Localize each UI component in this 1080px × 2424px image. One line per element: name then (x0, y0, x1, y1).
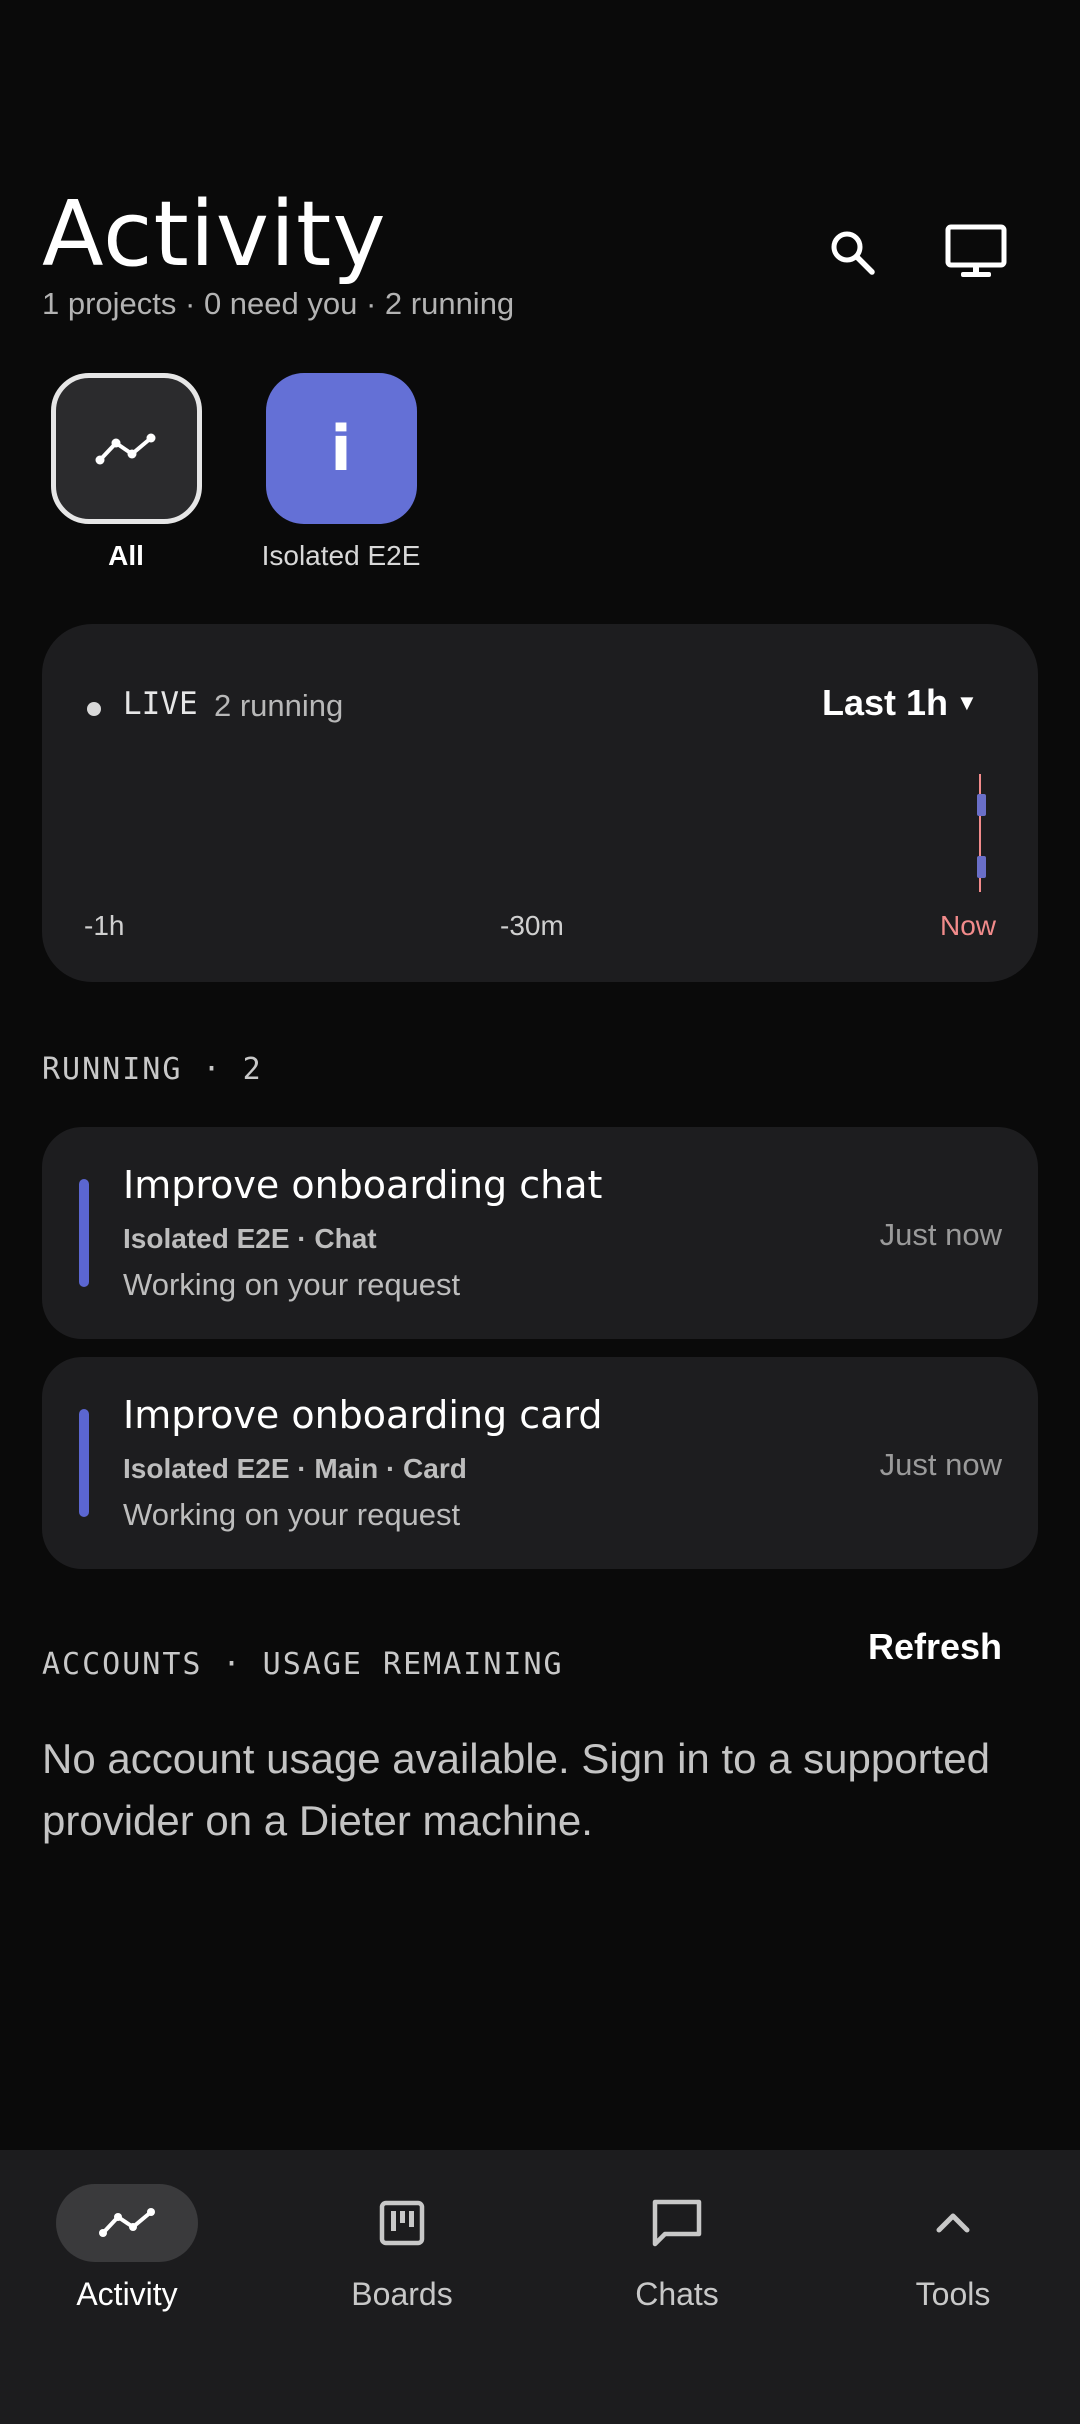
nav-label-tools: Tools (915, 2276, 991, 2312)
page-title: Activity (42, 182, 387, 287)
task-meta: Isolated E2E · Chat (123, 1223, 377, 1254)
project-label-isolated-e2e: Isolated E2E (261, 540, 421, 571)
board-icon (379, 2200, 425, 2246)
live-indicator-dot (87, 702, 101, 716)
task-meta: Isolated E2E · Main · Card (123, 1453, 467, 1484)
running-section-label: RUNNING · 2 (42, 1052, 263, 1087)
task-time: Just now (879, 1217, 1002, 1252)
task-time: Just now (879, 1447, 1002, 1482)
task-status: Working on your request (123, 1267, 461, 1302)
page-header: Activity 1 projects · 0 need you · 2 run… (42, 180, 1038, 340)
search-icon (831, 231, 875, 275)
live-label: LIVE (123, 686, 198, 722)
axis-label-now: Now (939, 910, 996, 941)
caret-down-icon: ▼ (956, 690, 978, 715)
task-card[interactable]: Improve onboarding chat Isolated E2E · C… (42, 1127, 1038, 1339)
live-running-count: 2 running (214, 688, 344, 723)
chat-icon (652, 2199, 702, 2247)
activity-icon (99, 2208, 155, 2237)
desktop-button[interactable] (936, 212, 1016, 292)
time-range-label: Last 1h (822, 682, 949, 723)
time-range-select[interactable]: Last 1h ▼ (822, 682, 978, 724)
nav-label-chats: Chats (635, 2276, 719, 2312)
nav-item-chats[interactable]: Chats (567, 2184, 787, 2313)
task-title: Improve onboarding card (123, 1393, 603, 1437)
nav-item-boards[interactable]: Boards (292, 2184, 512, 2313)
timeline-bar (977, 856, 986, 878)
refresh-button[interactable]: Refresh (868, 1626, 1002, 1668)
project-label-all: All (108, 540, 144, 571)
search-button[interactable] (812, 212, 892, 292)
chevron-up-icon (936, 2213, 970, 2233)
task-card[interactable]: Improve onboarding card Isolated E2E · M… (42, 1357, 1038, 1569)
task-accent-bar (79, 1409, 89, 1517)
task-status: Working on your request (123, 1497, 461, 1532)
nav-item-tools[interactable]: Tools (843, 2184, 1063, 2313)
nav-active-indicator (56, 2184, 198, 2262)
nav-label-activity: Activity (76, 2276, 178, 2312)
project-chip-all[interactable]: All (42, 373, 210, 572)
axis-label-mid: -30m (500, 910, 564, 941)
activity-timeline (977, 774, 986, 892)
task-accent-bar (79, 1179, 89, 1287)
accounts-section-label: ACCOUNTS · USAGE REMAINING (42, 1647, 564, 1682)
task-title: Improve onboarding chat (123, 1163, 603, 1207)
desktop-icon (945, 224, 1007, 277)
live-activity-card: LIVE 2 running Last 1h ▼ -1h -30m Now (42, 624, 1038, 982)
accounts-empty-message: No account usage available. Sign in to a… (42, 1735, 990, 1844)
activity-icon (95, 433, 156, 464)
project-tile-all (50, 373, 202, 524)
nav-item-activity[interactable]: Activity (17, 2184, 237, 2313)
project-avatar: i (265, 373, 417, 524)
bottom-navigation: Activity Boards Chats Tools (0, 2150, 1080, 2424)
nav-label-boards: Boards (351, 2276, 453, 2312)
page-subtitle: 1 projects · 0 need you · 2 running (42, 286, 515, 321)
project-filter: All i Isolated E2E (42, 373, 1038, 583)
axis-label-start: -1h (84, 910, 125, 941)
timeline-bar (977, 794, 986, 816)
project-chip-isolated-e2e[interactable]: i Isolated E2E (246, 373, 436, 572)
